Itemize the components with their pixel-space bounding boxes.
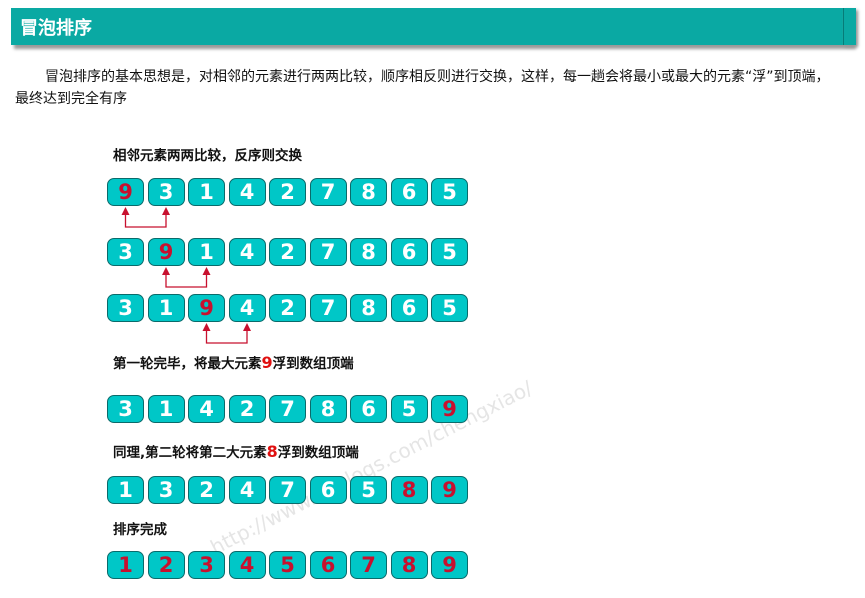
array-cell: 3: [147, 178, 185, 206]
array-cell: 3: [107, 294, 144, 322]
array-cell: 3: [188, 551, 225, 579]
array-cell: 1: [147, 294, 185, 322]
swap-arrow-head: [162, 207, 170, 215]
array-cell: 9: [107, 178, 144, 206]
array-cell: 9: [188, 294, 225, 322]
array-cell: 1: [188, 178, 225, 206]
caption-round2-post: 浮到数组顶端: [277, 445, 359, 461]
array-cell: 9: [147, 238, 185, 266]
array-cell: 8: [350, 294, 387, 322]
array-cell: 6: [309, 551, 347, 579]
caption-round2: 同理,第二轮将第二大元素8浮到数组顶端: [113, 441, 359, 461]
caption-compare: 相邻元素两两比较，反序则交换: [113, 148, 302, 164]
array-cell: 7: [269, 476, 306, 504]
array-cell: 2: [228, 395, 266, 423]
caption-done: 排序完成: [113, 522, 167, 538]
swap-arrow-line: [205, 329, 248, 344]
array-cell: 5: [350, 476, 387, 504]
array-cell: 2: [188, 476, 225, 504]
array-cell: 6: [350, 395, 387, 423]
array-cell: 2: [269, 178, 306, 206]
swap-arrows: [121, 207, 251, 344]
swap-arrow-head: [202, 323, 211, 331]
array-cell: 9: [431, 476, 468, 504]
swap-arrow-head: [162, 267, 170, 275]
array-cell: 3: [107, 395, 144, 423]
array-cell: 5: [269, 551, 306, 579]
array-cell: 8: [350, 178, 387, 206]
array-cell: 2: [269, 238, 306, 266]
array-cell: 9: [431, 395, 468, 423]
array-cell: 1: [107, 476, 144, 504]
array-cell: 2: [269, 294, 306, 322]
caption-round1-post: 浮到数组顶端: [272, 356, 354, 372]
array-cell: 4: [228, 476, 266, 504]
array-cell: 1: [147, 395, 185, 423]
array-cell: 5: [431, 178, 468, 206]
array-cell: 6: [309, 476, 347, 504]
array-cell: 7: [309, 178, 347, 206]
caption-round2-num: 8: [266, 442, 278, 461]
swap-arrow-line: [165, 273, 208, 288]
array-cell: 6: [390, 294, 428, 322]
array-cell: 4: [228, 178, 266, 206]
array-cell: 8: [350, 238, 387, 266]
caption-round2-pre: 同理,第二轮将第二大元素: [113, 445, 267, 461]
array-cell: 8: [390, 476, 428, 504]
swap-arrow-head: [121, 207, 130, 215]
array-cell: 8: [390, 551, 428, 579]
array-cell: 9: [431, 551, 468, 579]
swap-arrow-head: [202, 267, 211, 275]
array-cell: 7: [350, 551, 387, 579]
array-cell: 6: [390, 178, 428, 206]
array-cell: 5: [390, 395, 428, 423]
array-cell: 7: [309, 294, 347, 322]
array-cell: 5: [431, 294, 468, 322]
caption-round1-pre: 第一轮完毕，将最大元素: [113, 356, 262, 372]
array-cell: 7: [269, 395, 306, 423]
array-cell: 7: [309, 238, 347, 266]
array-cell: 4: [188, 395, 225, 423]
array-cell: 4: [228, 238, 266, 266]
array-cell: 4: [228, 551, 266, 579]
array-cell: 5: [431, 238, 468, 266]
array-cell: 3: [107, 238, 144, 266]
caption-round1: 第一轮完毕，将最大元素9浮到数组顶端: [113, 352, 354, 372]
swap-arrow-head: [243, 323, 251, 331]
array-cell: 4: [228, 294, 266, 322]
array-cell: 6: [390, 238, 428, 266]
array-cell: 1: [107, 551, 144, 579]
array-cell: 2: [147, 551, 185, 579]
caption-round1-num: 9: [261, 353, 273, 372]
array-cell: 8: [309, 395, 347, 423]
swap-arrow-line: [124, 213, 167, 228]
array-cell: 3: [147, 476, 185, 504]
array-cell: 1: [188, 238, 225, 266]
